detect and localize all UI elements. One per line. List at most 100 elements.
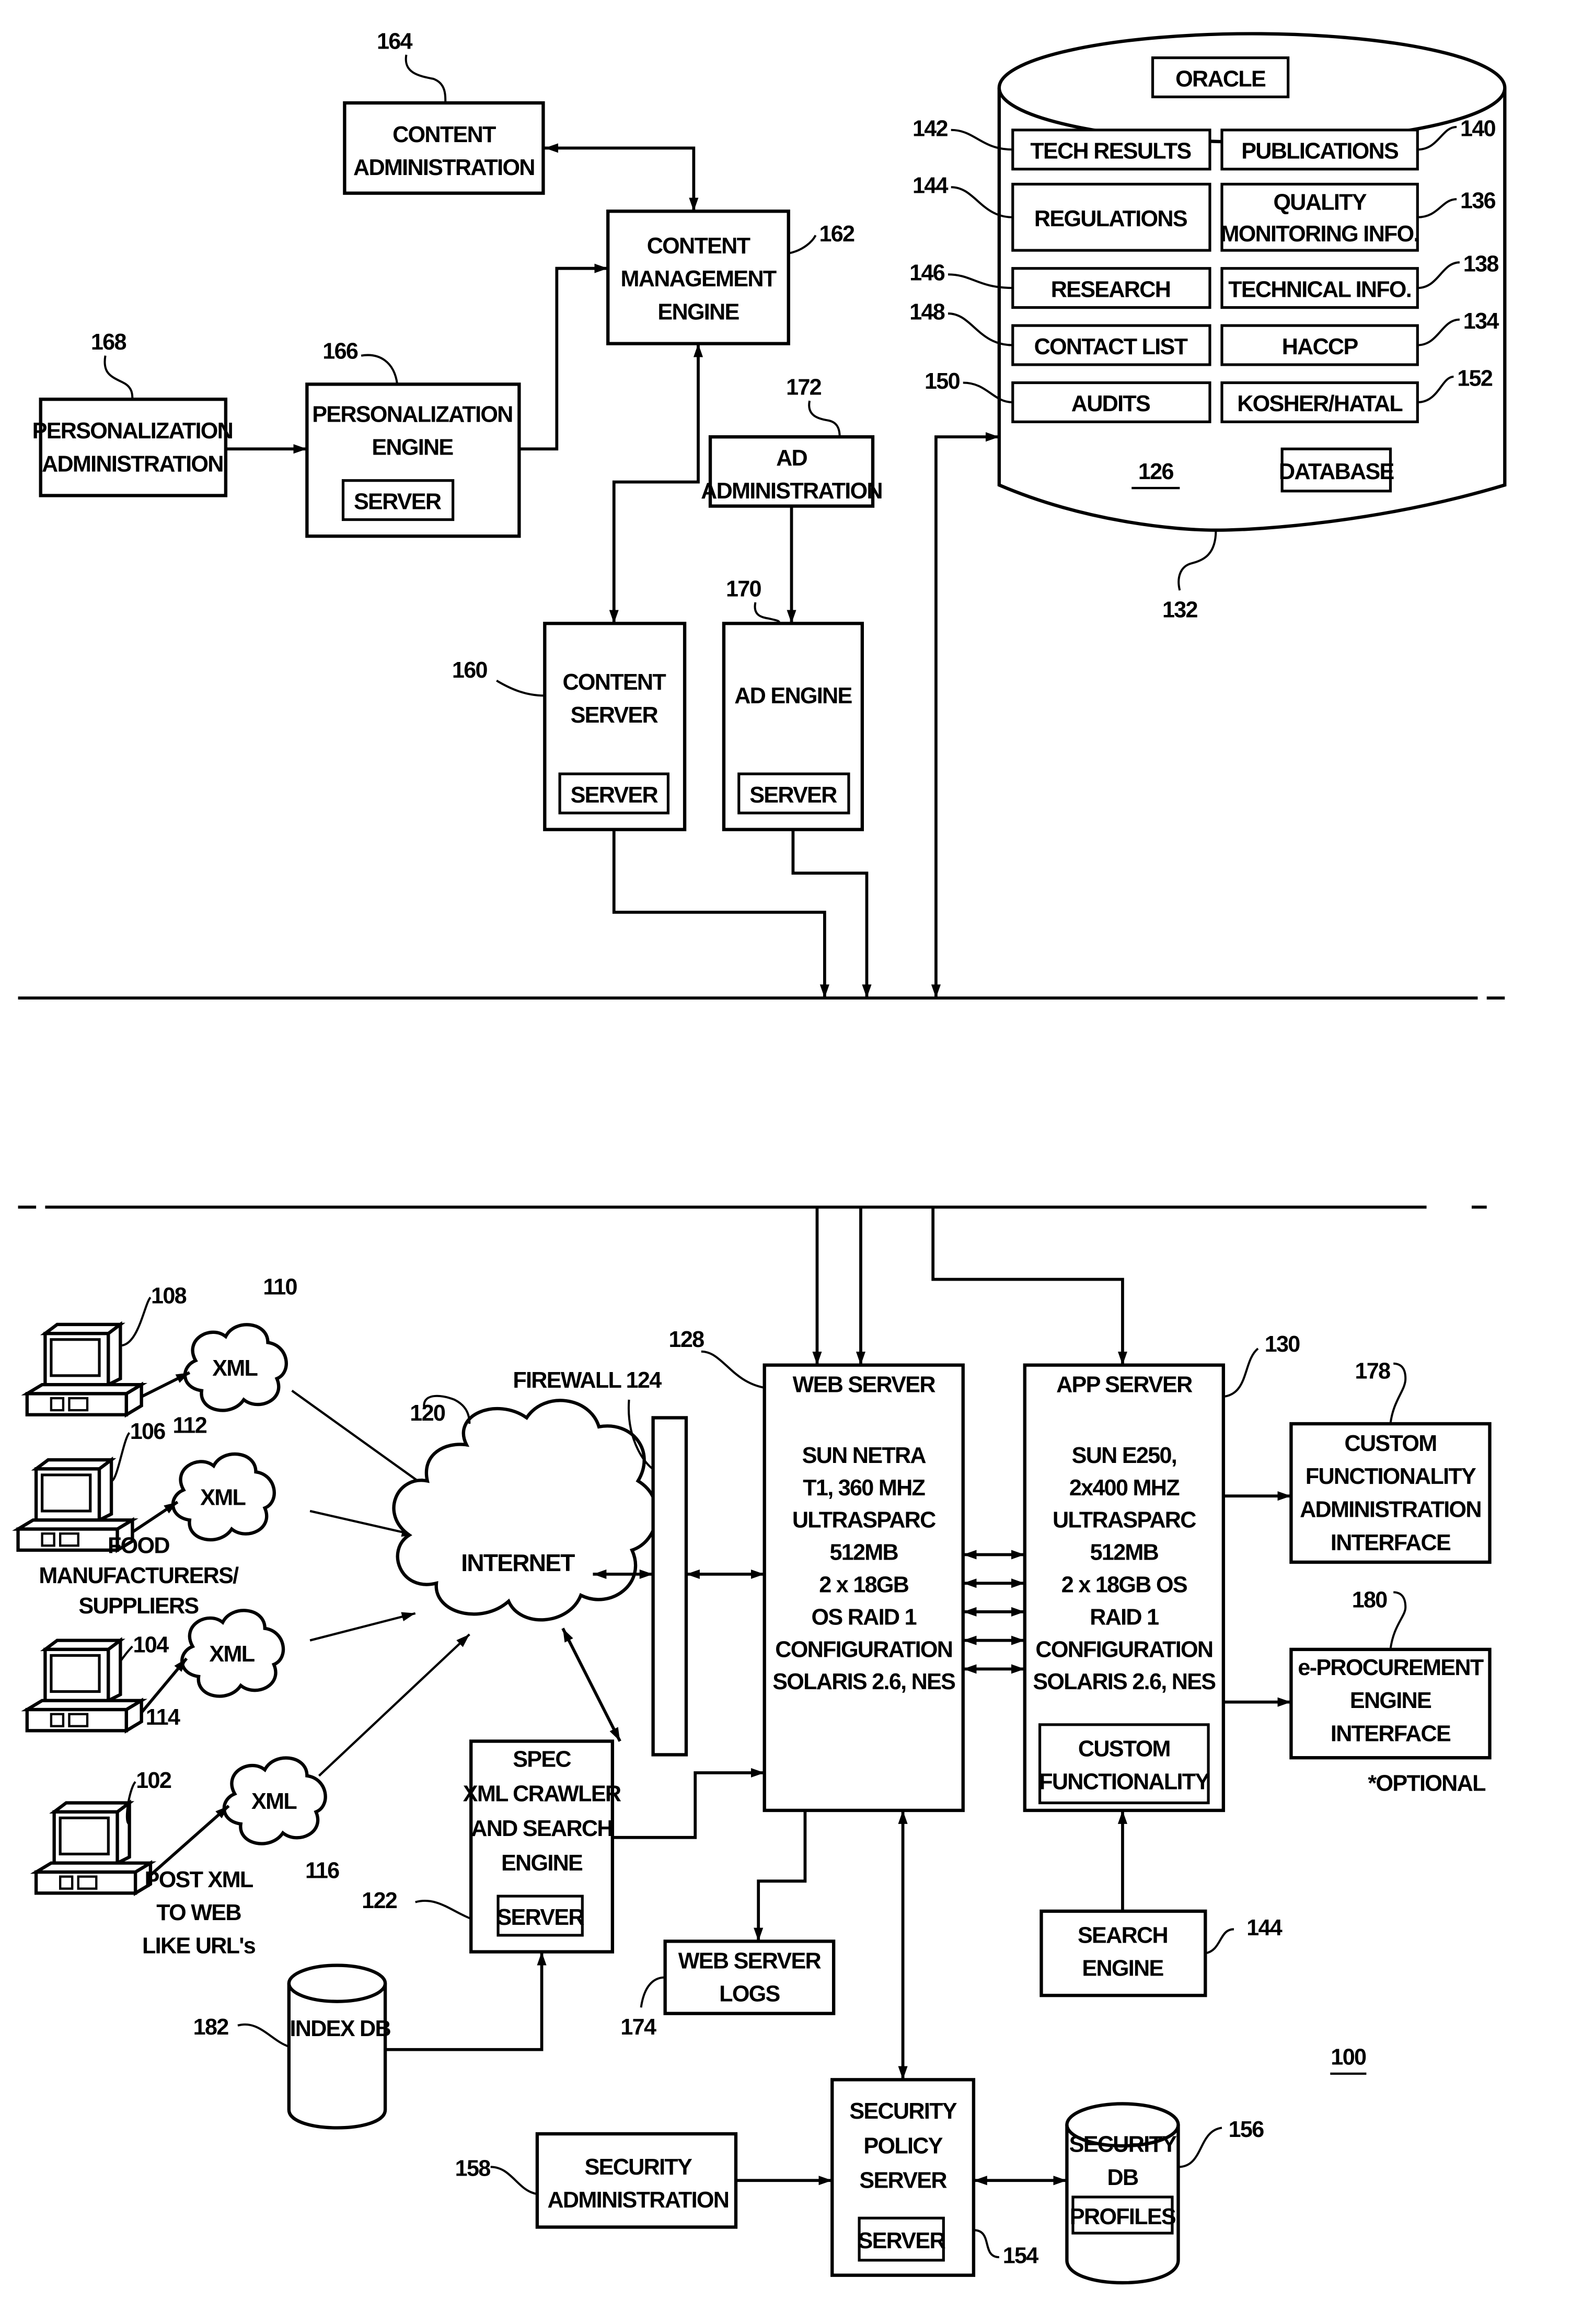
computer-base-icon — [34, 1870, 137, 1895]
leader-128 — [701, 1350, 765, 1389]
crawler-line-3: AND SEARCH — [471, 1816, 613, 1841]
web-server-spec-line: 2 x 18GB — [819, 1572, 909, 1597]
leader-174 — [640, 1976, 665, 2008]
web-server-spec-line: SUN NETRA — [802, 1443, 927, 1468]
connector-cme-content-server — [609, 343, 703, 624]
connector-client-cloud — [141, 1371, 191, 1398]
ref-120: 120 — [410, 1401, 445, 1426]
ref-182: 182 — [193, 2015, 229, 2040]
db-item-label: PUBLICATIONS — [1241, 139, 1399, 164]
cloud-ref: 116 — [305, 1858, 339, 1884]
app-server-spec-line: 2 x 18GB OS — [1061, 1572, 1187, 1597]
ref-154: 154 — [1003, 2244, 1039, 2269]
pers-engine-line-1: PERSONALIZATION — [312, 402, 512, 427]
ad-engine-label: AD ENGINE — [734, 683, 852, 708]
db-item-label: CONTACT LIST — [1034, 334, 1188, 359]
db-ref-126: 126 — [1138, 459, 1174, 484]
db-item-label: QUALITY — [1273, 190, 1367, 215]
db-item-ref: 138 — [1463, 251, 1499, 276]
ad-admin-line-2: ADMINISTRATION — [701, 479, 882, 504]
web-server-spec-line: SOLARIS 2.6, NES — [772, 1669, 955, 1694]
ref-130: 130 — [1265, 1332, 1300, 1357]
pers-admin-line-1: PERSONALIZATION — [32, 419, 233, 444]
computer-base-icon — [25, 1707, 129, 1733]
food-label-line-1: FOOD — [108, 1533, 169, 1559]
personalization-engine-box: PERSONALIZATION ENGINE SERVER — [305, 382, 521, 538]
connector-index-db-crawler — [385, 1951, 547, 2051]
db-oracle-label: ORACLE — [1175, 66, 1266, 91]
ref-122: 122 — [362, 1888, 397, 1913]
sec-policy-line-3: SERVER — [859, 2168, 947, 2193]
sec-policy-server-label: SERVER — [858, 2228, 946, 2253]
leader-172 — [808, 400, 841, 437]
db-item-label: KOSHER/HATAL — [1237, 391, 1403, 416]
crawler-line-1: SPEC — [513, 1747, 571, 1772]
content-administration-box: CONTENT ADMINISTRATION — [343, 101, 545, 195]
leader-178 — [1389, 1362, 1407, 1424]
client-computer: 108 — [21, 1284, 187, 1418]
connector-bus-app-server — [931, 1207, 1128, 1365]
post-label-line-3: LIKE URL's — [142, 1934, 256, 1959]
ref-144-search: 144 — [1246, 1915, 1283, 1940]
app-server-spec-line: ULTRASPARC — [1053, 1508, 1196, 1533]
connector-bus-database — [931, 432, 999, 998]
sec-policy-line-2: POLICY — [863, 2133, 943, 2158]
leader-182 — [237, 2023, 290, 2048]
screen — [50, 1338, 101, 1377]
custom-admin-line-3: ADMINISTRATION — [1300, 1497, 1481, 1523]
xml-cloud: XML 112 — [171, 1413, 276, 1542]
db-item-label: TECHNICAL INFO. — [1228, 277, 1411, 302]
xml-cloud: XML 116 — [222, 1756, 340, 1884]
db-item-label: AUDITS — [1071, 391, 1150, 416]
db-item-label: TECH RESULTS — [1030, 139, 1191, 164]
ref-164: 164 — [377, 29, 413, 54]
leader-156 — [1178, 2127, 1222, 2168]
ref-158: 158 — [455, 2156, 491, 2181]
ref-132: 132 — [1162, 598, 1198, 623]
ref-174: 174 — [620, 2015, 656, 2040]
app-server-title: APP SERVER — [1056, 1373, 1193, 1398]
sec-db-line-1: SECURITY — [1069, 2132, 1177, 2157]
connector-cloud-internet — [309, 1612, 416, 1642]
connector-internet-crawler — [561, 1628, 621, 1742]
logs-line-1: WEB SERVER — [678, 1948, 822, 1973]
eprocurement-box: e-PROCUREMENT ENGINE INTERFACE — [1289, 1647, 1492, 1760]
connector-pers-engine-cme — [519, 263, 608, 451]
screen — [59, 1816, 110, 1856]
db-item-label: REGULATIONS — [1034, 206, 1187, 231]
monitor-side — [107, 1637, 122, 1703]
app-custom-line-2: FUNCTIONALITY — [1039, 1770, 1210, 1795]
crawler-server-label: SERVER — [496, 1905, 584, 1930]
db-item-ref: 144 — [912, 173, 949, 199]
custom-admin-line-4: INTERFACE — [1331, 1530, 1451, 1555]
content-server-line-1: CONTENT — [562, 670, 666, 695]
db-item-ref: 136 — [1460, 189, 1496, 214]
db-item-ref: 152 — [1457, 366, 1493, 391]
web-server-spec-line: T1, 360 MHZ — [803, 1475, 925, 1501]
db-item-ref: 134 — [1463, 309, 1499, 334]
crawler-line-4: ENGINE — [501, 1851, 583, 1876]
connector-client-cloud — [149, 1805, 230, 1876]
ad-admin-line-1: AD — [776, 446, 807, 471]
sec-admin-line-2: ADMINISTRATION — [547, 2188, 729, 2213]
content-server-box: CONTENT SERVER SERVER — [543, 622, 687, 831]
leader-158 — [490, 2166, 538, 2195]
app-server-spec-line: CONFIGURATION — [1035, 1637, 1212, 1662]
internet-cloud: INTERNET — [392, 1399, 659, 1622]
web-server-logs-box: WEB SERVER LOGS — [663, 1939, 836, 2015]
content-administration-line-2: ADMINISTRATION — [353, 155, 535, 180]
leader-144-search — [1205, 1928, 1234, 1955]
eproc-line-3: INTERFACE — [1331, 1722, 1451, 1747]
custom-admin-line-1: CUSTOM — [1345, 1431, 1437, 1456]
cme-line-2: MANAGEMENT — [621, 266, 777, 292]
ad-administration-box: AD ADMINISTRATION — [701, 435, 883, 508]
xml-cloud: XML 110 — [183, 1274, 298, 1412]
screen — [50, 1654, 101, 1693]
spec-xml-crawler-box: SPEC XML CRAWLER AND SEARCH ENGINE SERVE… — [463, 1739, 622, 1954]
pers-engine-line-2: ENGINE — [372, 435, 453, 460]
leader-162 — [788, 235, 817, 254]
client-ref: 108 — [151, 1284, 187, 1309]
xml-cloud-label: XML — [200, 1485, 246, 1510]
db-database-label: DATABASE — [1279, 459, 1394, 484]
ref-180: 180 — [1352, 1587, 1388, 1612]
